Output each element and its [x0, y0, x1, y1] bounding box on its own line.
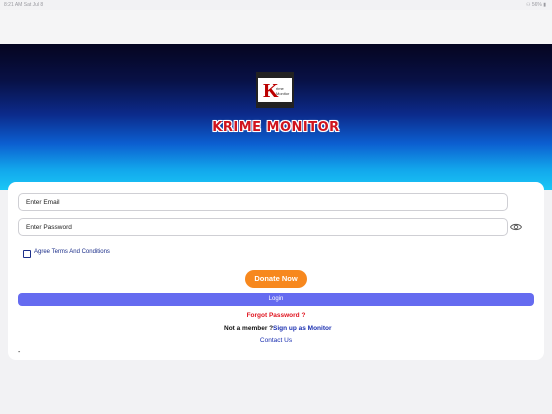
donate-now-button[interactable]: Donate Now	[245, 270, 307, 288]
hero-banner	[0, 44, 552, 190]
not-member-text: Not a member ?	[224, 325, 274, 332]
login-button[interactable]: Login	[18, 293, 534, 306]
password-input[interactable]	[18, 218, 508, 236]
bottom-dot: -	[18, 349, 21, 356]
film-strip-bottom	[258, 102, 292, 106]
terms-checkbox[interactable]	[23, 250, 31, 258]
status-battery: ⚇ 56% ▮	[525, 2, 546, 8]
logo-small-text: rime Monitor	[276, 86, 290, 96]
signup-link[interactable]: Sign up as Monitor	[273, 325, 332, 332]
forgot-password-link[interactable]: Forgot Password ?	[0, 312, 552, 319]
email-input[interactable]	[18, 193, 508, 211]
app-logo: K rime Monitor	[256, 72, 294, 108]
contact-us-link[interactable]: Contact Us	[0, 337, 552, 344]
brand-title: KRIME MONITOR	[212, 120, 340, 135]
film-strip-top	[258, 74, 292, 78]
status-time: 8:21 AM Sat Jul 8	[4, 2, 44, 8]
terms-label: Agree Terms And Conditions	[34, 249, 110, 255]
top-bar	[0, 10, 552, 44]
eye-icon[interactable]	[510, 222, 522, 232]
status-bar: 8:21 AM Sat Jul 8 ⚇ 56% ▮	[0, 0, 552, 10]
